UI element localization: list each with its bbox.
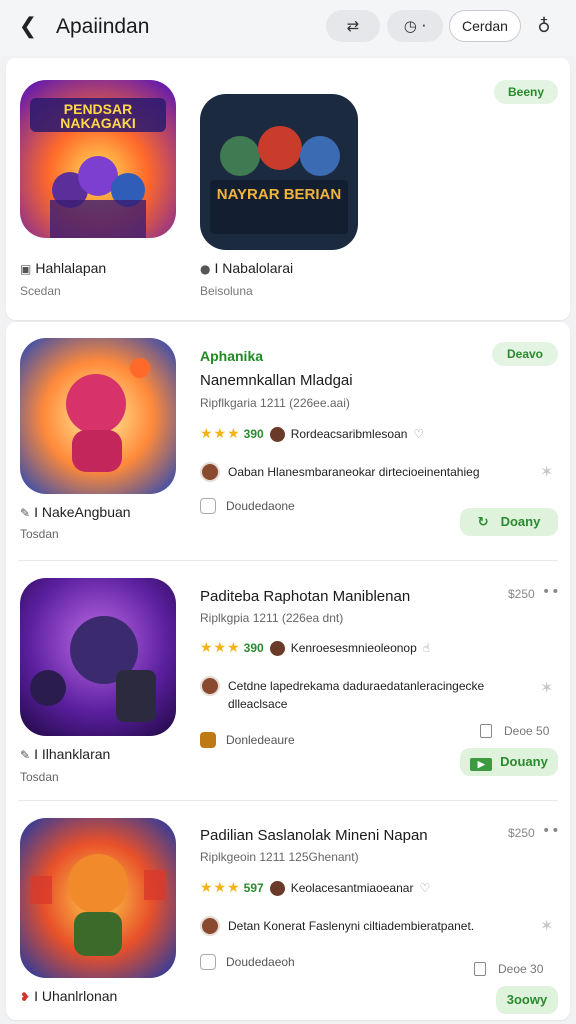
featured-app-sub-1: Scedan [20, 284, 61, 298]
app-list-card: Aphanika Deavo Nanemnkallan Mladgai Ripf… [6, 322, 570, 1020]
featured-app-icon-1-text: PENDSAR NAKAGAKI [60, 101, 136, 131]
app-left-name-2[interactable]: ✎ I Ilhanklaran [20, 746, 110, 762]
developer-icon [200, 498, 216, 514]
divider [18, 800, 558, 801]
size-row-2: Deoe 50 [480, 724, 549, 738]
share-icon: ⇄ [346, 17, 360, 35]
order-button[interactable]: Cerdan [449, 10, 521, 42]
app-left-name-3[interactable]: ❥ I Uhanlrlonan [20, 988, 117, 1004]
app-meta-3: Riplkgeoin 1211 125Ghenant) [200, 850, 359, 864]
avatar [269, 640, 285, 656]
rating-value: 597 [243, 881, 264, 895]
install-button-2[interactable]: ▶ Douany [460, 748, 558, 776]
file-icon [474, 962, 486, 976]
edit-icon: ✎ [20, 748, 31, 762]
lightbulb-icon[interactable]: ♁ [532, 14, 556, 40]
hand-icon[interactable]: ☝ [423, 641, 430, 655]
reviewer-avatar-3 [200, 916, 220, 936]
app-meta-1: Ripflkgaria 1211 (226ee.aai) [200, 396, 350, 410]
rating-text: Rordeacsaribmlesoan [290, 427, 408, 441]
rating-stars: ★★★ [200, 426, 241, 442]
app-meta-2: Riplkgpia 1211 (226ea dnt) [200, 611, 344, 625]
featured-app-name-1[interactable]: ▣ Hahlalapan [20, 260, 106, 276]
app-category-label: Aphanika [200, 348, 264, 364]
rating-row-3: ★★★ 597 Keolacesantmiaoeanar ♡ [200, 880, 430, 896]
featured-chip[interactable]: Beeny [494, 80, 558, 104]
app-title-3[interactable]: Padilian Saslanolak Mineni Napan [200, 827, 428, 844]
app-left-name-1[interactable]: ✎ I NakeAngbuan [20, 504, 131, 520]
app-chip-1[interactable]: Deavo [492, 342, 558, 366]
page-title: Apaiindan [56, 15, 150, 38]
rating-value: 390 [243, 427, 264, 441]
game-art-3 [20, 338, 176, 494]
rating-row-2: ★★★ 390 Kenroesesmnieoleonop ☝ [200, 640, 430, 656]
rating-row-1: ★★★ 390 Rordeacsaribmlesoan ♡ [200, 426, 424, 442]
circle-icon: ● [200, 262, 211, 276]
avatar [269, 426, 285, 442]
app-title-2[interactable]: Paditeba Raphotan Maniblenan [200, 588, 410, 605]
featured-app-name-2[interactable]: ● I Nabalolarai [200, 260, 293, 276]
game-art-2 [200, 94, 358, 250]
game-art-4 [20, 578, 176, 736]
star-icon[interactable]: ✶ [540, 678, 553, 697]
more-icon[interactable]: •• [542, 823, 561, 839]
app-icon-1[interactable] [20, 338, 176, 494]
divider [18, 560, 558, 561]
rating-text: Keolacesantmiaoeanar [290, 881, 414, 895]
developer-icon [200, 732, 216, 748]
star-icon[interactable]: ✶ [540, 916, 553, 935]
rating-stars: ★★★ [200, 640, 241, 656]
developer-row-3[interactable]: Doudedaeoh [200, 954, 295, 970]
install-button-3[interactable]: 3oowy [496, 986, 558, 1014]
rating-stars: ★★★ [200, 880, 241, 896]
more-icon[interactable]: •• [542, 584, 561, 600]
featured-app-icon-2-text: NAYRAR BERIAN [216, 186, 342, 203]
clock-icon: ◷ · [403, 17, 427, 35]
reviewer-avatar-2 [200, 676, 220, 696]
review-text-1: Oaban Hlanesmbaraneokar dirtecioeinentah… [228, 465, 480, 479]
heart-icon[interactable]: ♡ [419, 881, 430, 895]
developer-row-2[interactable]: Donledeaure [200, 732, 295, 748]
rating-text: Kenroesesmnieoleonop [290, 641, 417, 655]
edit-icon: ✎ [20, 506, 31, 520]
chevron-left-icon[interactable]: ❮ [14, 14, 42, 42]
review-text-2: Cetdne lapedrekama daduraedatanleracinge… [228, 679, 485, 711]
app-icon-3[interactable] [20, 818, 176, 978]
developer-icon [200, 954, 216, 970]
app-title-1[interactable]: Nanemnkallan Mladgai [200, 372, 353, 389]
featured-card: Beeny PENDSAR NAKAGAKI NAYRAR BERIAN ▣ Ha… [6, 58, 570, 320]
heart-icon[interactable]: ♡ [413, 427, 424, 441]
featured-app-sub-2: Beisoluna [200, 284, 253, 298]
share-button[interactable]: ⇄ [326, 10, 380, 42]
history-button[interactable]: ◷ · [387, 10, 443, 42]
developer-row-1[interactable]: Doudedaone [200, 498, 295, 514]
app-icon-small: ▣ [20, 262, 32, 276]
install-button-1[interactable]: ↻ Doany [460, 508, 558, 536]
review-text-3: Detan Konerat Faslenyni ciltiadembieratp… [228, 919, 475, 933]
top-app-bar: ❮ Apaiindan ⇄ ◷ · Cerdan ♁ [0, 0, 576, 56]
featured-app-icon-1[interactable]: PENDSAR NAKAGAKI [20, 80, 176, 238]
app-icon-2[interactable] [20, 578, 176, 736]
game-art-5 [20, 818, 176, 978]
size-row-3: Deoe 30 [474, 962, 543, 976]
app-price-2: $250 [508, 587, 535, 601]
rating-value: 390 [243, 641, 264, 655]
app-price-3: $250 [508, 826, 535, 840]
refresh-icon: ↻ [477, 515, 489, 530]
star-icon[interactable]: ✶ [540, 462, 553, 481]
heart-icon: ❥ [20, 990, 31, 1004]
featured-app-icon-2[interactable]: NAYRAR BERIAN [200, 94, 358, 250]
app-left-sub-1: Tosdan [20, 527, 59, 541]
app-left-sub-2: Tosdan [20, 770, 59, 784]
file-icon [480, 724, 492, 738]
reviewer-avatar-1 [200, 462, 220, 482]
avatar [269, 880, 285, 896]
play-icon: ▶ [470, 758, 493, 771]
